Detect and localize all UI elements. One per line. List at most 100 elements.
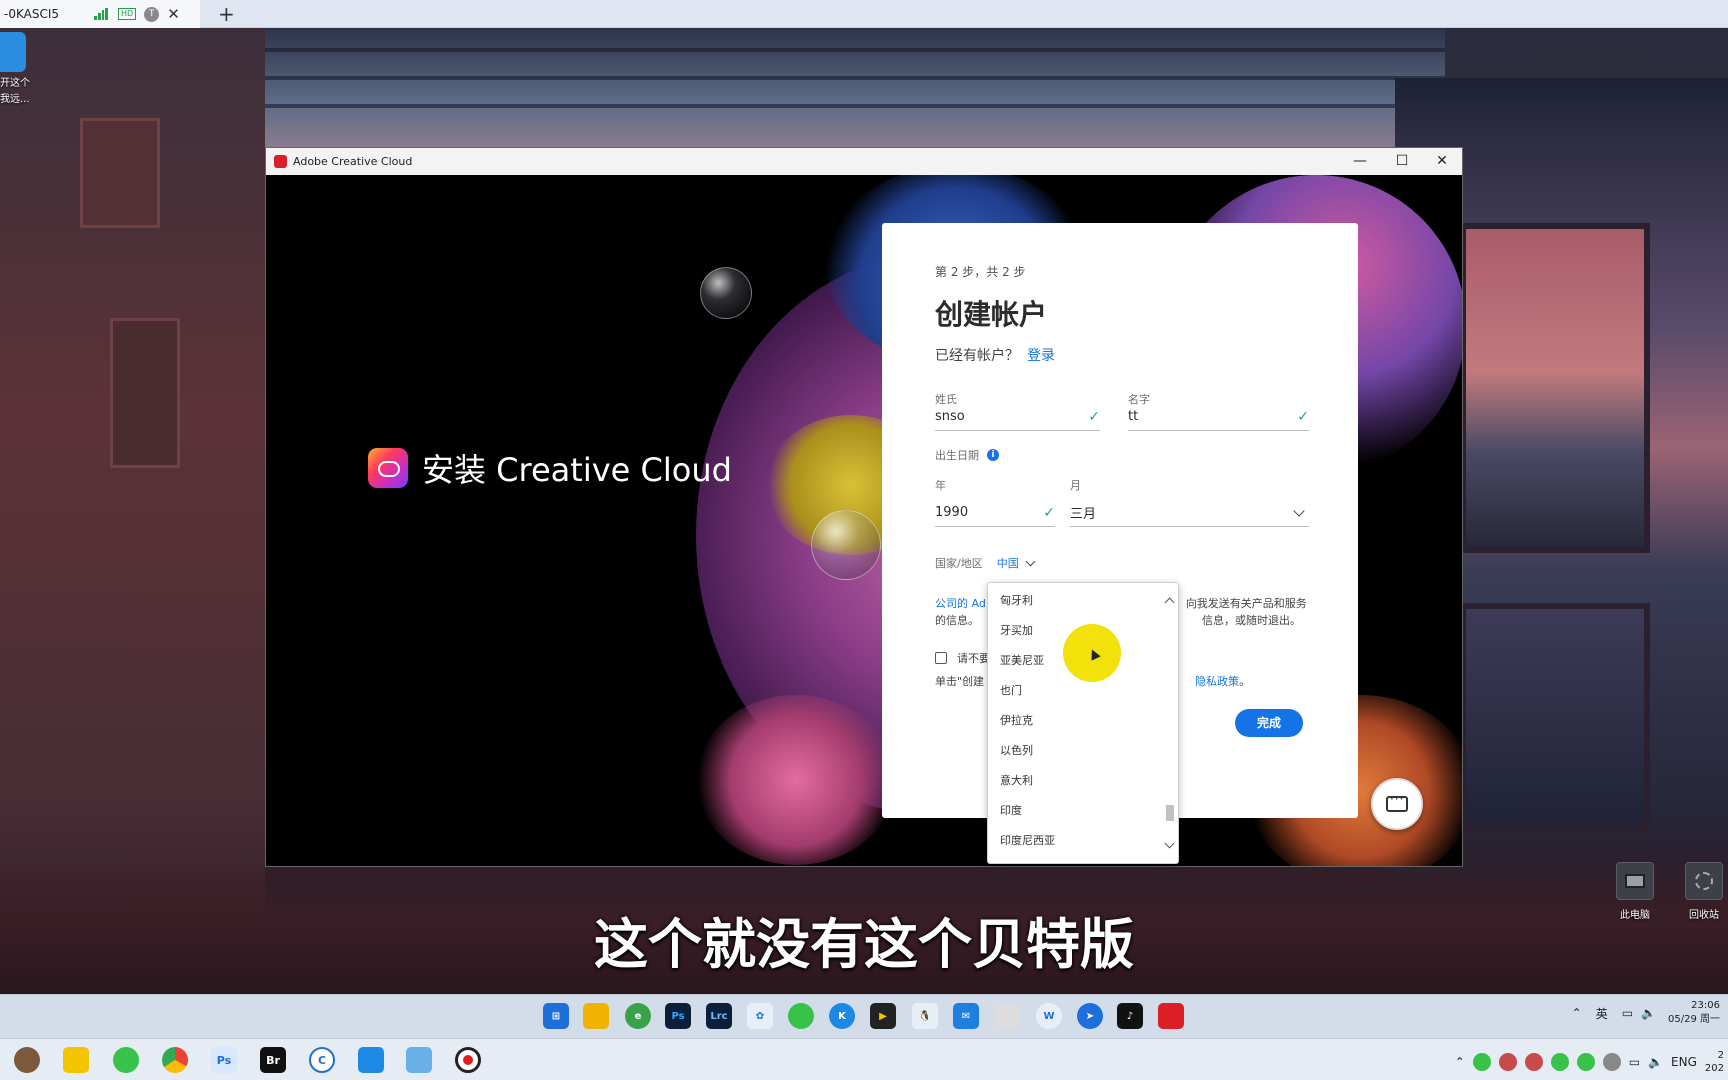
notes-app-icon[interactable] xyxy=(994,1003,1020,1029)
w-app-icon[interactable]: W xyxy=(1036,1003,1062,1029)
tiktok-icon[interactable]: ♪ xyxy=(1117,1003,1143,1029)
tab-title: -0KASCI5 xyxy=(4,7,60,21)
chrome-icon[interactable] xyxy=(162,1047,188,1073)
nav-app-icon[interactable]: ➤ xyxy=(1077,1003,1103,1029)
chevron-up-icon[interactable]: ⌃ xyxy=(1572,1006,1582,1020)
done-button[interactable]: 完成 xyxy=(1235,709,1303,737)
scroll-thumb[interactable] xyxy=(1166,805,1174,821)
wechat-icon[interactable] xyxy=(788,1003,814,1029)
dob-label: 出生日期 i xyxy=(935,447,999,463)
ime-indicator[interactable]: 英 xyxy=(1596,1005,1608,1022)
todesk-icon[interactable] xyxy=(358,1047,384,1073)
photoshop-icon[interactable]: Ps xyxy=(665,1003,691,1029)
opt-out-checkbox[interactable]: 请不要 xyxy=(935,650,990,666)
file-explorer-icon[interactable] xyxy=(583,1003,609,1029)
blind-slat xyxy=(265,104,1445,108)
start-icon[interactable]: ⊞ xyxy=(543,1003,569,1029)
login-link[interactable]: 登录 xyxy=(1027,348,1055,364)
info-icon[interactable]: i xyxy=(987,449,999,461)
creative-cloud-taskbar-icon[interactable] xyxy=(1158,1003,1184,1029)
creative-cloud-icon xyxy=(274,155,287,168)
install-title: 安装 Creative Cloud xyxy=(422,451,732,489)
country-option[interactable]: 印度尼西亚 xyxy=(988,825,1163,855)
country-option[interactable]: 匈牙利 xyxy=(988,585,1163,615)
blind-slat xyxy=(265,48,1445,52)
scroll-down-icon[interactable] xyxy=(1164,838,1175,849)
host-system-tray: ⌃ ▭ 🔈 ENG 2 202 xyxy=(1455,1049,1724,1075)
month-select[interactable]: 三月 xyxy=(1070,499,1309,527)
recycle-bin-icon xyxy=(1685,862,1723,900)
country-select[interactable]: 中国 xyxy=(997,555,1040,571)
media-app-icon[interactable]: ▶ xyxy=(870,1003,896,1029)
country-option[interactable]: 伊拉克 xyxy=(988,705,1163,735)
avatar[interactable] xyxy=(14,1047,40,1073)
minimize-button[interactable]: — xyxy=(1342,151,1378,171)
tray-app-icon[interactable] xyxy=(1498,1053,1517,1071)
close-button[interactable]: ✕ xyxy=(1424,151,1460,171)
blind-slat xyxy=(265,76,1445,80)
mail-app-icon[interactable]: ✉ xyxy=(953,1003,979,1029)
volume-icon[interactable]: 🔈 xyxy=(1641,1006,1656,1020)
chevron-up-icon[interactable]: ⌃ xyxy=(1455,1055,1465,1069)
scroll-up-icon[interactable] xyxy=(1164,597,1175,608)
last-name-field[interactable]: snso ✓ xyxy=(935,403,1100,431)
chat-button[interactable] xyxy=(1371,778,1423,830)
k-app-icon[interactable]: K xyxy=(829,1003,855,1029)
country-option[interactable]: 以色列 xyxy=(988,735,1163,765)
art-bubble xyxy=(700,267,752,319)
tray-app-icon[interactable] xyxy=(1524,1053,1543,1071)
record-icon[interactable] xyxy=(455,1047,481,1073)
ps-file-icon[interactable]: Ps xyxy=(211,1047,237,1073)
wechat-icon[interactable] xyxy=(113,1047,139,1073)
remote-session-tab[interactable]: -0KASCI5 HD T ✕ xyxy=(0,0,200,28)
wechat-tray-icon[interactable] xyxy=(1550,1053,1569,1071)
window-titlebar[interactable]: Adobe Creative Cloud — ☐ ✕ xyxy=(266,148,1462,175)
lightroom-classic-icon[interactable]: Lrc xyxy=(706,1003,732,1029)
country-option[interactable]: 意大利 xyxy=(988,765,1163,795)
wechat-tray-icon[interactable] xyxy=(1472,1053,1491,1071)
mic-icon[interactable] xyxy=(1602,1053,1621,1071)
country-options: 匈牙利 牙买加 亚美尼亚 也门 伊拉克 以色列 意大利 印度 印度尼西亚 xyxy=(988,585,1163,855)
desktop-shortcut[interactable]: 开这个 我远... xyxy=(0,32,40,108)
check-icon: ✓ xyxy=(1088,408,1100,425)
notepad-icon[interactable] xyxy=(406,1047,432,1073)
app-shortcut-icon xyxy=(0,32,26,72)
remote-taskbar: ⊞ e Ps Lrc ✿ K ▶ 🐧 ✉ W ➤ ♪ ⌃ 英 ▭ 🔈 23:06… xyxy=(0,994,1728,1038)
volume-icon[interactable]: 🔈 xyxy=(1648,1055,1663,1069)
hd-badge-icon[interactable]: HD xyxy=(118,8,137,20)
year-label: 年 xyxy=(935,479,946,492)
t-circle-icon[interactable]: T xyxy=(144,6,160,22)
country-option[interactable]: 印度 xyxy=(988,795,1163,825)
signal-strength-icon xyxy=(94,8,108,20)
remote-system-tray: ⌃ 英 ▭ 🔈 23:06 05/29 周一 xyxy=(1572,999,1720,1027)
tab-close-icon[interactable]: ✕ xyxy=(167,5,180,23)
country-value: 中国 xyxy=(996,557,1019,570)
wechat-tray-icon[interactable] xyxy=(1576,1053,1595,1071)
year-field[interactable]: 1990 ✓ xyxy=(935,499,1055,527)
maximize-button[interactable]: ☐ xyxy=(1384,151,1420,171)
network-app-icon[interactable]: ✿ xyxy=(747,1003,773,1029)
network-icon[interactable]: ▭ xyxy=(1622,1006,1633,1020)
checkbox-icon xyxy=(935,652,947,664)
bridge-icon[interactable]: Br xyxy=(260,1047,286,1073)
sticky-notes-icon[interactable] xyxy=(63,1047,89,1073)
dropdown-scrollbar[interactable] xyxy=(1162,583,1178,863)
month-value: 三月 xyxy=(1070,507,1097,522)
first-name-value: tt xyxy=(1128,409,1139,424)
video-subtitle: 这个就没有这个贝特版 xyxy=(594,913,1134,976)
remote-app-icon[interactable]: C xyxy=(309,1047,335,1073)
network-icon[interactable]: ▭ xyxy=(1629,1055,1640,1069)
qq-icon[interactable]: 🐧 xyxy=(912,1003,938,1029)
privacy-policy-link[interactable]: 隐私政策 xyxy=(1195,675,1239,688)
window-title: Adobe Creative Cloud xyxy=(293,155,413,168)
first-name-field[interactable]: tt ✓ xyxy=(1128,403,1309,431)
language-indicator[interactable]: ENG xyxy=(1671,1055,1697,1069)
ie-browser-icon[interactable]: e xyxy=(625,1003,651,1029)
new-tab-button[interactable]: + xyxy=(218,2,235,26)
country-option[interactable]: 也门 xyxy=(988,675,1163,705)
host-taskbar: Ps Br C ⌃ ▭ 🔈 ENG 2 202 xyxy=(0,1038,1728,1080)
window-frame xyxy=(1460,603,1650,833)
country-label: 国家/地区 xyxy=(935,557,983,570)
host-clock[interactable]: 2 202 xyxy=(1705,1049,1724,1075)
remote-clock[interactable]: 23:06 05/29 周一 xyxy=(1668,999,1720,1027)
